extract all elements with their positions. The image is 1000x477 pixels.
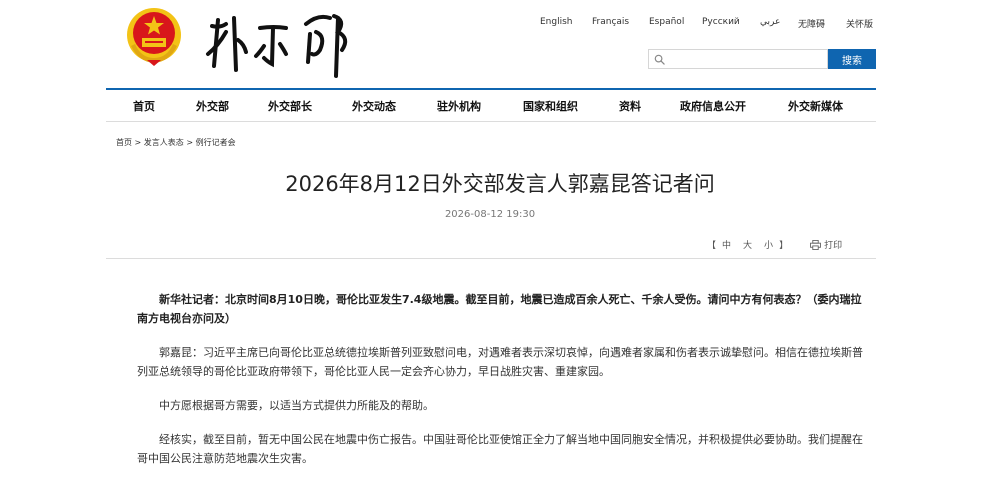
content-divider [106,258,876,259]
nav-countries-organizations[interactable]: 国家和组织 [523,98,578,114]
article-toolbar: 【 中 大 小 】 打印 [707,238,842,251]
breadcrumb: 首页 > 发言人表态 > 例行记者会 [116,137,236,148]
lang-spanish[interactable]: Español [649,17,702,30]
print-link[interactable]: 打印 [824,238,842,251]
font-size-bracket-open: 【 [707,241,717,251]
ministry-calligraphy-logo[interactable] [198,6,358,78]
lang-arabic[interactable]: عربي [760,17,798,30]
font-size-bracket-close: 】 [779,241,789,251]
national-emblem-icon[interactable] [125,6,183,66]
article-date: 2026-08-12 19:30 [444,209,536,220]
article-paragraph-question: 新华社记者：北京时间8月10日晚，哥伦比亚发生7.4级地震。截至目前，地震已造成… [137,293,862,325]
breadcrumb-separator: > [132,138,144,147]
article-body: 新华社记者：北京时间8月10日晚，哥伦比亚发生7.4级地震。截至目前，地震已造成… [137,290,863,477]
language-links: English Français Español Русский عربي 无障… [540,17,873,30]
article-paragraph: 经核实，截至目前，暂无中国公民在地震中伤亡报告。中国驻哥伦比亚使馆正全力了解当地… [137,433,863,465]
printer-icon[interactable] [810,239,822,250]
search-button[interactable]: 搜索 [828,49,876,69]
site-header: English Français Español Русский عربي 无障… [0,0,1000,90]
accessibility-link[interactable]: 无障碍 [798,17,846,30]
nav-home[interactable]: 首页 [133,98,155,114]
lang-russian[interactable]: Русский [702,17,760,30]
main-nav: 首页 外交部 外交部长 外交动态 驻外机构 国家和组织 资料 政府信息公开 外交… [106,88,876,122]
lang-french[interactable]: Français [592,17,649,30]
nav-government-info[interactable]: 政府信息公开 [680,98,746,114]
article-title: 2026年8月12日外交部发言人郭嘉昆答记者问 [285,172,715,196]
nav-diplomatic-news[interactable]: 外交动态 [352,98,396,114]
font-size-large[interactable]: 中 [722,238,731,251]
care-mode-link[interactable]: 关怀版 [846,17,873,30]
lang-english[interactable]: English [540,17,592,30]
breadcrumb-separator: > [183,138,196,147]
nav-missions-abroad[interactable]: 驻外机构 [437,98,481,114]
breadcrumb-section[interactable]: 发言人表态 [144,138,184,147]
nav-ministry[interactable]: 外交部 [196,98,229,114]
search-icon [654,54,665,65]
nav-minister[interactable]: 外交部长 [268,98,312,114]
search-input[interactable] [648,49,828,69]
article-paragraph: 郭嘉昆：习近平主席已向哥伦比亚总统德拉埃斯普列亚致慰问电，对遇难者表示深切哀悼，… [137,346,863,378]
article-paragraph: 中方愿根据哥方需要，以适当方式提供力所能及的帮助。 [159,399,434,412]
breadcrumb-home[interactable]: 首页 [116,138,132,147]
nav-resources[interactable]: 资料 [619,98,641,114]
nav-new-media[interactable]: 外交新媒体 [788,98,843,114]
font-size-small[interactable]: 小 [764,238,773,251]
search-bar: 搜索 [648,49,876,69]
font-size-medium[interactable]: 大 [743,238,752,251]
breadcrumb-current[interactable]: 例行记者会 [196,138,236,147]
